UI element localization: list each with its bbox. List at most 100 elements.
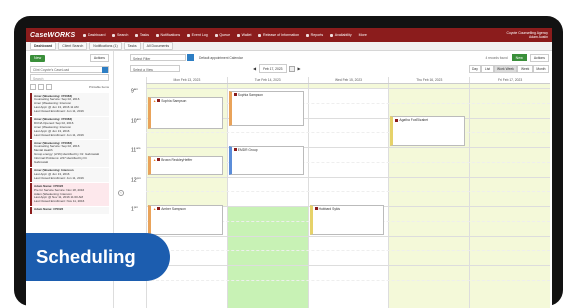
- client-icon: [233, 148, 237, 152]
- day-header: Mon Feb 13, 2023: [146, 77, 227, 83]
- client-icon: [157, 158, 161, 162]
- prev-week-icon[interactable]: ◀: [253, 66, 256, 71]
- hour-line: [146, 147, 550, 148]
- tab-all-documents[interactable]: All Documents: [142, 42, 174, 50]
- tab-bar: Dashboard Client Search Notifications (1…: [26, 42, 552, 51]
- calendar-day-headers: Mon Feb 13, 2023 Tue Feb 14, 2023 Wed Fe…: [146, 77, 550, 84]
- top-nav: CaseWORKS Dashboard Search Tasks Notific…: [26, 28, 552, 42]
- app-logo[interactable]: CaseWORKS: [30, 32, 75, 39]
- grid-view-icon[interactable]: [30, 84, 36, 90]
- default-calendar-label: Default appointment Calendar: [199, 55, 243, 60]
- appointment-event[interactable]: EMDR Group: [228, 145, 304, 176]
- nav-tasks[interactable]: Tasks: [135, 33, 149, 37]
- new-appointment-button[interactable]: New: [511, 54, 527, 61]
- client-card[interactable]: Amer (Weekening: #70083) Counseling Servi…: [30, 140, 109, 167]
- calendar-picker-icon[interactable]: [288, 65, 295, 72]
- client-card-line: Last Closed Enrollment: Jun 11, 2016: [34, 132, 84, 137]
- view-month-button[interactable]: Month: [532, 64, 549, 73]
- collapse-sidebar-icon[interactable]: ‹: [118, 190, 124, 196]
- warning-icon: ▲: [153, 157, 157, 162]
- nav-release-of-information[interactable]: Release of Information: [258, 33, 299, 37]
- nav-reports[interactable]: Reports: [306, 33, 323, 37]
- appointment-event[interactable]: Agatha FoxElizabet: [390, 116, 466, 146]
- half-hour-line: [146, 132, 550, 134]
- account-menu[interactable]: Coyote Counselling Agency Adam Austin: [507, 31, 548, 39]
- day-header: Tue Feb 14, 2023: [226, 77, 308, 83]
- half-hour-line: [146, 250, 550, 252]
- hour-label: 11am: [131, 146, 141, 154]
- event-title: Agatha FoxElizabet: [399, 118, 428, 123]
- hour-label: 1pm: [131, 205, 138, 213]
- day-header: Thu Feb 16, 2023: [388, 77, 469, 83]
- hour-line: [146, 235, 550, 237]
- hour-line: [146, 265, 550, 266]
- sidebar-actions-button[interactable]: Actions: [89, 54, 109, 62]
- event-title: Sophia Sampson: [161, 98, 187, 103]
- client-icon: [233, 93, 237, 97]
- appointment-event[interactable]: Hubbard Sykis: [309, 204, 385, 236]
- half-hour-line: [146, 279, 550, 281]
- filter-select[interactable]: Select Filter: [130, 54, 186, 61]
- client-card[interactable]: Adam Name: #70022 Pre for Service Service…: [30, 183, 109, 206]
- view-switcher: Day List Work Week Week Month: [468, 64, 549, 73]
- appointment-event[interactable]: ▲ Brown ReckleyHeffer: [148, 155, 223, 176]
- chart-icon: [306, 33, 310, 37]
- client-card[interactable]: Amer (Weekening: #70083) Counseling Servi…: [30, 93, 109, 116]
- view-week-button[interactable]: Week: [517, 64, 533, 73]
- list-view-icon[interactable]: [38, 84, 44, 90]
- pencil-icon: [187, 33, 191, 37]
- tab-client-search[interactable]: Client Search: [58, 42, 88, 50]
- warning-icon: ▲: [153, 206, 157, 211]
- calendar-main: Select Filter Default appointment Calend…: [114, 51, 552, 308]
- view-list-button[interactable]: List: [481, 64, 494, 73]
- view-day-button[interactable]: Day: [468, 64, 482, 73]
- appointment-event[interactable]: ▲ Amber Sampson: [148, 204, 223, 236]
- client-card-line: Last Closed Enrollment: Jun 11, 2016: [34, 109, 84, 114]
- records-found: 4 records found: [485, 55, 508, 60]
- event-title: Brown ReckleyHeffer: [161, 157, 193, 162]
- printable-items-label[interactable]: Printable Items: [89, 85, 109, 89]
- nav-wallet[interactable]: Wallet: [237, 33, 251, 37]
- sidebar-search-input[interactable]: Search: [30, 74, 109, 81]
- sidebar-new-button[interactable]: New: [30, 54, 46, 62]
- client-icon: [395, 118, 399, 122]
- client-card-line: Gabrowski: [34, 160, 49, 165]
- tab-dashboard[interactable]: Dashboard: [30, 42, 57, 50]
- bell-icon: [156, 33, 160, 37]
- view-work-week-button[interactable]: Work Week: [493, 64, 518, 73]
- nav-notifications[interactable]: Notifications: [156, 33, 180, 37]
- client-card-line: Last Closed Enrollment: Nov 11, 2016: [34, 199, 85, 204]
- nav-event-log[interactable]: Event Log: [187, 33, 208, 37]
- client-card[interactable]: Adam Name: #70022: [30, 206, 109, 214]
- client-card[interactable]: Amer (Weekening: #70083) DCNA Opened: Sep…: [30, 116, 109, 140]
- hour-label: 12pm: [131, 175, 141, 184]
- tab-notifications[interactable]: Notifications (1): [89, 42, 122, 50]
- nav-queue[interactable]: Queue: [214, 33, 230, 37]
- filter-apply-icon[interactable]: [187, 54, 194, 61]
- appointment-event[interactable]: Sophia Sampson: [228, 90, 304, 127]
- nav-dashboard[interactable]: Dashboard: [83, 33, 105, 37]
- date-navigator: ◀ Feb 17, 2023 ▶: [250, 64, 304, 73]
- detail-view-icon[interactable]: [46, 84, 52, 90]
- client-card[interactable]: Amer (Weekening: Intenvon Last Appt: @ Ju…: [30, 167, 109, 183]
- calendar-actions-button[interactable]: Actions: [529, 53, 549, 62]
- nav-more[interactable]: More: [359, 33, 367, 37]
- view-select[interactable]: Select a View: [130, 65, 180, 72]
- date-field[interactable]: Feb 17, 2023: [259, 64, 287, 73]
- app-screen: CaseWORKS Dashboard Search Tasks Notific…: [26, 28, 552, 308]
- caseload-select[interactable]: Clint Coyote's CaseLoad: [30, 66, 109, 73]
- next-week-icon[interactable]: ▶: [298, 66, 301, 71]
- document-icon: [258, 33, 262, 37]
- half-hour-line: [146, 191, 550, 193]
- calendar-grid: 9am10am11am12pm1pm2pm3pm ▲Sophia Sampson…: [130, 84, 550, 308]
- nav-search[interactable]: Search: [112, 33, 128, 37]
- caseload-filter-icon[interactable]: [102, 66, 108, 73]
- tab-tasks[interactable]: Tasks: [123, 42, 141, 50]
- client-icon: [157, 207, 161, 211]
- client-card-list: Amer (Weekening: #70083) Counseling Servi…: [26, 93, 113, 214]
- nav-availability[interactable]: Availability: [330, 33, 352, 37]
- scheduling-badge: Scheduling: [26, 233, 170, 281]
- frame: CaseWORKS Dashboard Search Tasks Notific…: [0, 0, 574, 308]
- appointment-event[interactable]: ▲ Sophia Sampson: [148, 96, 223, 130]
- dashboard-icon: [83, 33, 87, 37]
